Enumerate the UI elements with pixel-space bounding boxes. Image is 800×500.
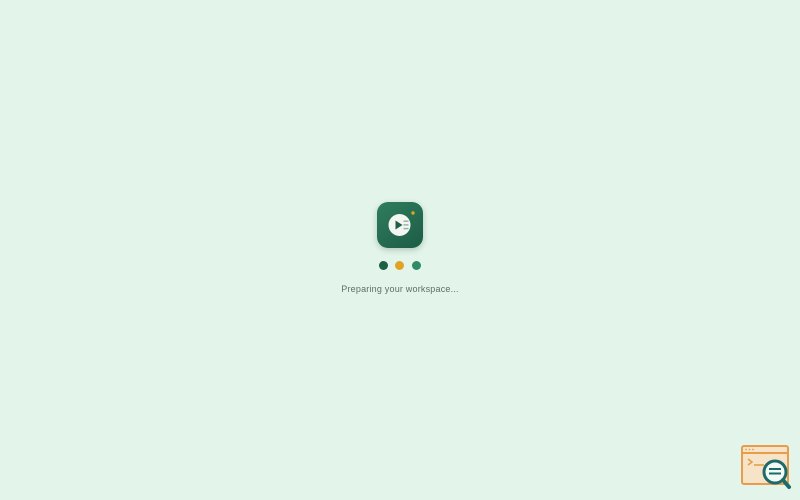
loading-status-text: Preparing your workspace... [341, 284, 459, 294]
loading-dot [412, 261, 421, 270]
loading-indicator: Preparing your workspace... [0, 0, 800, 500]
loading-dots [379, 261, 423, 271]
search-window-badge [740, 444, 792, 490]
app-logo [377, 202, 423, 248]
loading-dot [395, 261, 404, 270]
play-list-icon [388, 211, 415, 236]
loading-screen: Preparing your workspace... [0, 0, 800, 500]
search-window-icon [741, 445, 791, 489]
loading-dot [379, 261, 388, 270]
